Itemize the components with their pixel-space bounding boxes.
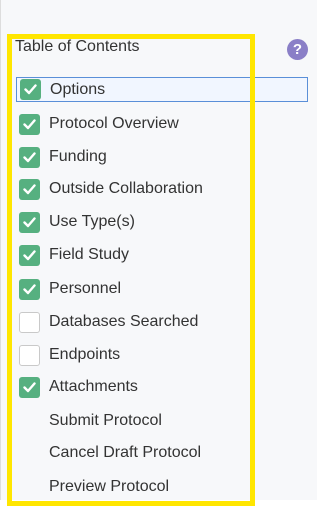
toc-item-protocol-overview[interactable]: Protocol Overview bbox=[16, 111, 247, 137]
check-icon bbox=[19, 278, 40, 300]
toc-item-label: Options bbox=[50, 80, 106, 98]
toc-item-label: Personnel bbox=[49, 280, 122, 297]
toc-item-label: Endpoints bbox=[49, 346, 121, 363]
toc-item-label: Outside Collaboration bbox=[49, 180, 203, 197]
toc-item-databases-searched[interactable]: Databases Searched bbox=[16, 309, 247, 335]
check-icon bbox=[19, 146, 40, 168]
check-icon bbox=[19, 244, 40, 266]
toc-item-field-study[interactable]: Field Study bbox=[16, 242, 247, 268]
toc-item-funding[interactable]: Funding bbox=[16, 144, 247, 170]
panel-divider bbox=[0, 0, 1, 500]
toc-item-label: Use Type(s) bbox=[49, 213, 135, 230]
action-label: Cancel Draft Protocol bbox=[49, 444, 202, 461]
preview-protocol-link[interactable]: Preview Protocol bbox=[16, 474, 247, 500]
toc-item-attachments[interactable]: Attachments bbox=[16, 374, 247, 400]
check-icon bbox=[20, 79, 41, 100]
toc-item-label: Field Study bbox=[49, 246, 130, 263]
toc-item-endpoints[interactable]: Endpoints bbox=[16, 342, 247, 368]
toc-item-label: Protocol Overview bbox=[49, 115, 179, 132]
highlight-annotation-box bbox=[7, 34, 255, 506]
toc-item-use-types[interactable]: Use Type(s) bbox=[16, 209, 247, 235]
unchecked-box-icon bbox=[19, 344, 40, 366]
submit-protocol-link[interactable]: Submit Protocol bbox=[16, 408, 247, 434]
check-icon bbox=[19, 376, 40, 398]
help-icon[interactable]: ? bbox=[287, 39, 308, 60]
unchecked-box-icon bbox=[19, 311, 40, 333]
toc-item-options[interactable]: Options bbox=[16, 77, 308, 102]
toc-panel: Table of Contents ? Options Protocol Ove… bbox=[0, 0, 317, 506]
toc-item-label: Funding bbox=[49, 148, 107, 165]
check-icon bbox=[19, 178, 40, 200]
cancel-draft-protocol-link[interactable]: Cancel Draft Protocol bbox=[16, 440, 247, 466]
toc-item-label: Attachments bbox=[49, 378, 138, 395]
action-label: Submit Protocol bbox=[49, 412, 162, 429]
toc-item-personnel[interactable]: Personnel bbox=[16, 276, 247, 302]
action-label: Preview Protocol bbox=[49, 478, 170, 495]
toc-item-outside-collaboration[interactable]: Outside Collaboration bbox=[16, 176, 247, 202]
toc-item-label: Databases Searched bbox=[49, 313, 199, 330]
check-icon bbox=[19, 211, 40, 233]
check-icon bbox=[19, 113, 40, 135]
toc-title: Table of Contents bbox=[15, 38, 140, 55]
